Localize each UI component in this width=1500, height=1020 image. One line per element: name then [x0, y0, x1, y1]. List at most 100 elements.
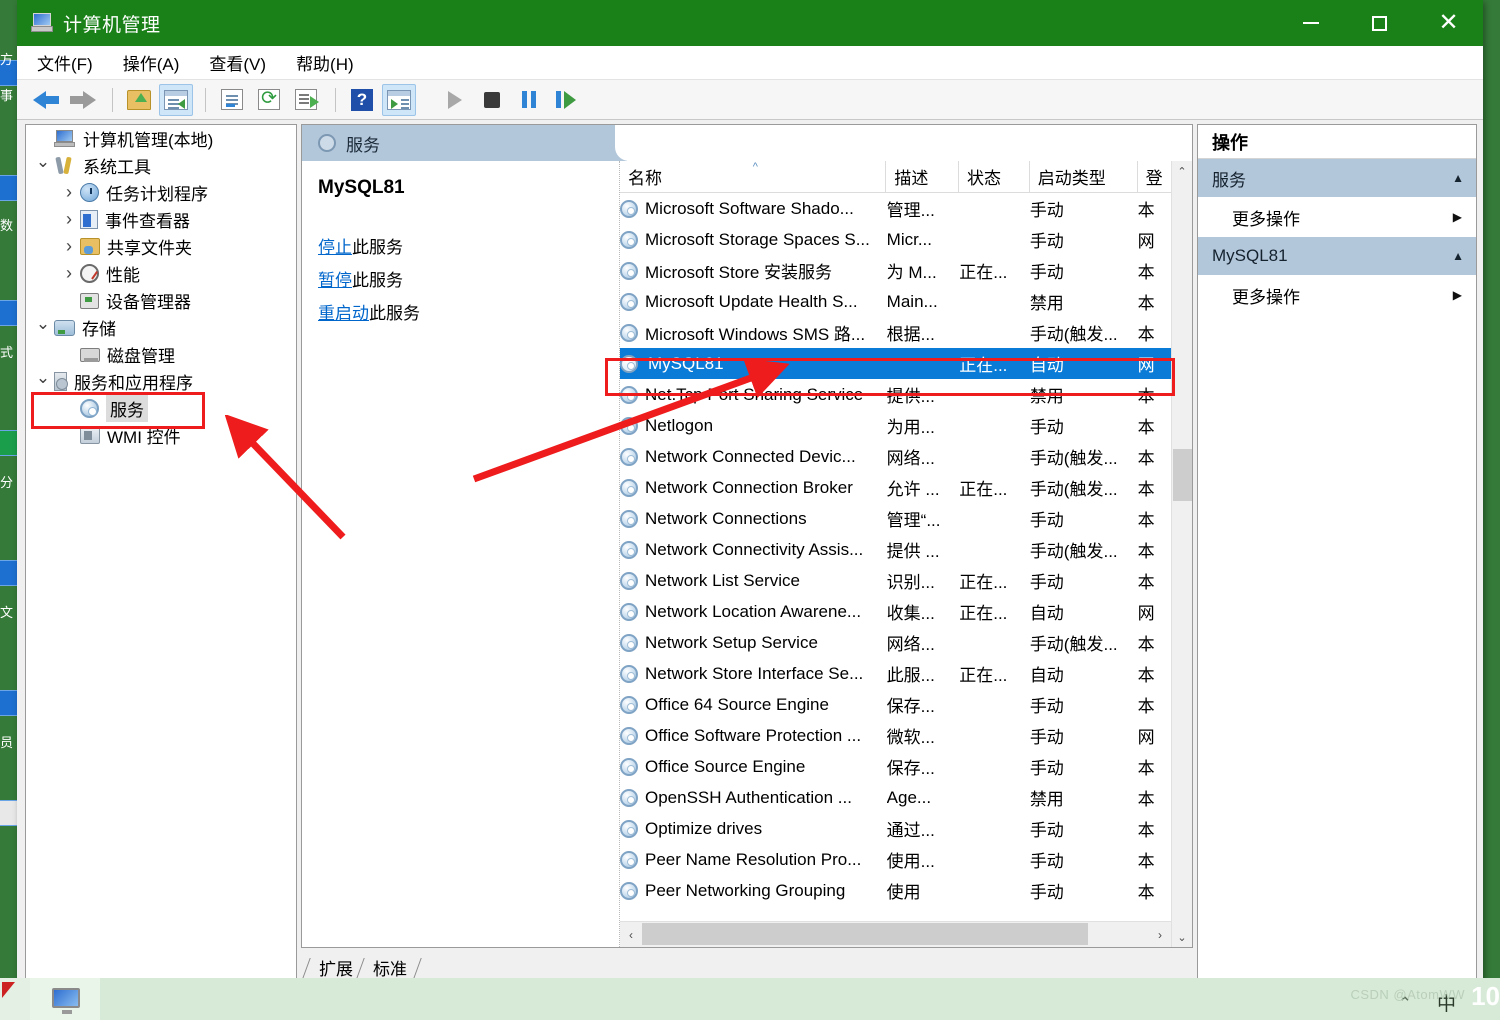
horizontal-scroll-thumb[interactable]	[642, 922, 1089, 945]
service-row[interactable]: Network Setup Service 网络... 手动(触发... 本	[620, 627, 1171, 658]
tree-item-shared-folders[interactable]: 共享文件夹	[26, 233, 296, 260]
service-row[interactable]: Network Connection Broker 允许 ... 正在... 手动(触…	[620, 472, 1171, 503]
chevron-right-icon[interactable]	[58, 263, 80, 284]
service-row[interactable]: Office Software Protection ... 微软... 手动 网	[620, 720, 1171, 751]
column-header-name[interactable]: ^ 名称	[620, 161, 887, 192]
close-icon: ✕	[1438, 9, 1459, 36]
taskbar-item-computer-management[interactable]	[30, 978, 100, 1020]
chevron-up-icon[interactable]: ▲	[1452, 171, 1464, 185]
service-row[interactable]: Microsoft Software Shado... 管理... 手动 本	[620, 193, 1171, 224]
column-header-status[interactable]: 状态	[959, 161, 1030, 192]
pause-service-button[interactable]	[512, 84, 546, 116]
service-name-label: Peer Networking Grouping	[645, 880, 846, 900]
service-name-label: Microsoft Update Health S...	[645, 291, 858, 311]
horizontal-scrollbar[interactable]: ‹ ›	[620, 921, 1171, 947]
chevron-down-icon[interactable]	[32, 318, 54, 338]
scroll-up-arrow-icon[interactable]: ⌃	[1172, 161, 1193, 181]
service-row[interactable]: Office Source Engine 保存... 手动 本	[620, 751, 1171, 782]
tree-item-computer-management-local[interactable]: 计算机管理(本地)	[26, 125, 296, 152]
horizontal-scroll-track[interactable]	[642, 922, 1149, 948]
service-row[interactable]: Network Store Interface Se... 此服... 正在... 自…	[620, 658, 1171, 689]
tree-item-label: 计算机管理(本地)	[83, 131, 214, 150]
chevron-right-icon[interactable]	[58, 182, 80, 203]
service-log-on-as-cell: 本	[1137, 418, 1155, 437]
scroll-down-arrow-icon[interactable]: ⌄	[1172, 927, 1193, 947]
service-row[interactable]: Microsoft Windows SMS 路... 根据... 手动(触发... 本	[620, 317, 1171, 348]
pause-service-link[interactable]: 暂停	[318, 271, 352, 290]
service-row[interactable]: Network List Service 识别... 正在... 手动 本	[620, 565, 1171, 596]
column-header-description[interactable]: 描述	[886, 161, 960, 192]
forward-button[interactable]	[66, 84, 100, 116]
menu-view[interactable]: 查看(V)	[209, 50, 266, 75]
service-row[interactable]: Net.Tcp Port Sharing Service 提供... 禁用 本	[620, 379, 1171, 410]
minimize-button[interactable]	[1276, 0, 1345, 46]
stop-service-link[interactable]: 停止	[318, 238, 352, 257]
menu-file[interactable]: 文件(F)	[37, 50, 93, 75]
chevron-down-icon[interactable]	[32, 372, 54, 392]
service-row[interactable]: Microsoft Store 安装服务 为 M... 正在... 手动 本	[620, 255, 1171, 286]
tree-item-event-viewer[interactable]: 事件查看器	[26, 206, 296, 233]
tree-item-label: 性能	[106, 266, 140, 285]
service-row[interactable]: Netlogon 为用... 手动 本	[620, 410, 1171, 441]
tree-item-task-scheduler[interactable]: 任务计划程序	[26, 179, 296, 206]
scroll-left-arrow-icon[interactable]: ‹	[620, 922, 642, 948]
service-name-label: Office Software Protection ...	[645, 725, 862, 745]
service-row[interactable]: Microsoft Update Health S... Main... 禁用 本	[620, 286, 1171, 317]
show-action-pane-button[interactable]	[382, 83, 416, 116]
properties-button[interactable]	[215, 84, 249, 116]
service-row[interactable]: MySQL81 正在... 自动 网	[620, 348, 1171, 379]
service-startup-type-cell: 手动	[1029, 573, 1064, 592]
service-name-cell: Network Store Interface Se...	[620, 664, 887, 684]
service-row[interactable]: Microsoft Storage Spaces S... Micr... 手动 网	[620, 224, 1171, 255]
column-header-startup-type[interactable]: 启动类型	[1030, 161, 1138, 192]
vertical-scroll-thumb[interactable]	[1172, 449, 1192, 501]
tree-item-services[interactable]: 服务	[26, 395, 296, 422]
up-one-level-button[interactable]	[122, 84, 156, 116]
service-status-cell: 正在...	[959, 604, 1008, 623]
export-list-button[interactable]	[289, 84, 323, 116]
vertical-scroll-track[interactable]	[1172, 181, 1193, 927]
show-hide-tree-button[interactable]	[159, 83, 193, 116]
chevron-right-icon[interactable]	[58, 236, 80, 257]
service-row[interactable]: Peer Networking Grouping 使用 手动 本	[620, 875, 1171, 906]
start-service-button[interactable]	[438, 84, 472, 116]
chevron-right-icon[interactable]	[58, 209, 80, 230]
tree-item-system-tools[interactable]: 系统工具	[26, 152, 296, 179]
column-header-log-on-as[interactable]: 登	[1138, 161, 1171, 192]
actions-group-services[interactable]: 服务 ▲	[1198, 159, 1476, 197]
service-row[interactable]: Network Connected Devic... 网络... 手动(触发... 本	[620, 441, 1171, 472]
chevron-down-icon[interactable]	[32, 156, 54, 176]
vertical-scrollbar[interactable]: ⌃ ⌄	[1171, 161, 1192, 947]
taskbar: ⌃ 中 CSDN @AtomWW 10	[0, 978, 1500, 1020]
chevron-up-icon[interactable]: ▲	[1452, 249, 1464, 263]
actions-group-mysql81[interactable]: MySQL81 ▲	[1198, 237, 1476, 275]
service-row[interactable]: Office 64 Source Engine 保存... 手动 本	[620, 689, 1171, 720]
tree-item-services-and-applications[interactable]: 服务和应用程序	[26, 368, 296, 395]
service-row[interactable]: OpenSSH Authentication ... Age... 禁用 本	[620, 782, 1171, 813]
back-button[interactable]	[29, 84, 63, 116]
action-more-actions-services[interactable]: 更多操作 ▶	[1198, 197, 1476, 237]
service-row[interactable]: Network Connections 管理“... 手动 本	[620, 503, 1171, 534]
restart-service-link[interactable]: 重启动	[318, 304, 369, 323]
service-row[interactable]: Network Connectivity Assis... 提供 ... 手动(触发…	[620, 534, 1171, 565]
tree-item-device-manager[interactable]: 设备管理器	[26, 287, 296, 314]
stop-service-button[interactable]	[475, 84, 509, 116]
refresh-button[interactable]	[252, 84, 286, 116]
start-button[interactable]	[0, 978, 30, 1020]
menu-help[interactable]: 帮助(H)	[296, 50, 354, 75]
service-row[interactable]: Network Location Awarene... 收集... 正在... 自动 网	[620, 596, 1171, 627]
maximize-button[interactable]	[1345, 0, 1414, 46]
service-row[interactable]: Optimize drives 通过... 手动 本	[620, 813, 1171, 844]
tree-item-wmi-control[interactable]: WMI 控件	[26, 422, 296, 449]
help-button[interactable]: ?	[345, 84, 379, 116]
restart-service-button[interactable]	[549, 84, 583, 116]
service-row[interactable]: Peer Name Resolution Pro... 使用... 手动 本	[620, 844, 1171, 875]
menu-action[interactable]: 操作(A)	[123, 50, 180, 75]
action-more-actions-mysql81[interactable]: 更多操作 ▶	[1198, 275, 1476, 315]
service-startup-type-cell: 手动	[1029, 728, 1064, 747]
scroll-right-arrow-icon[interactable]: ›	[1149, 922, 1171, 948]
tree-item-performance[interactable]: 性能	[26, 260, 296, 287]
tree-item-storage[interactable]: 存储	[26, 314, 296, 341]
close-button[interactable]: ✕	[1414, 0, 1483, 46]
tree-item-disk-management[interactable]: 磁盘管理	[26, 341, 296, 368]
